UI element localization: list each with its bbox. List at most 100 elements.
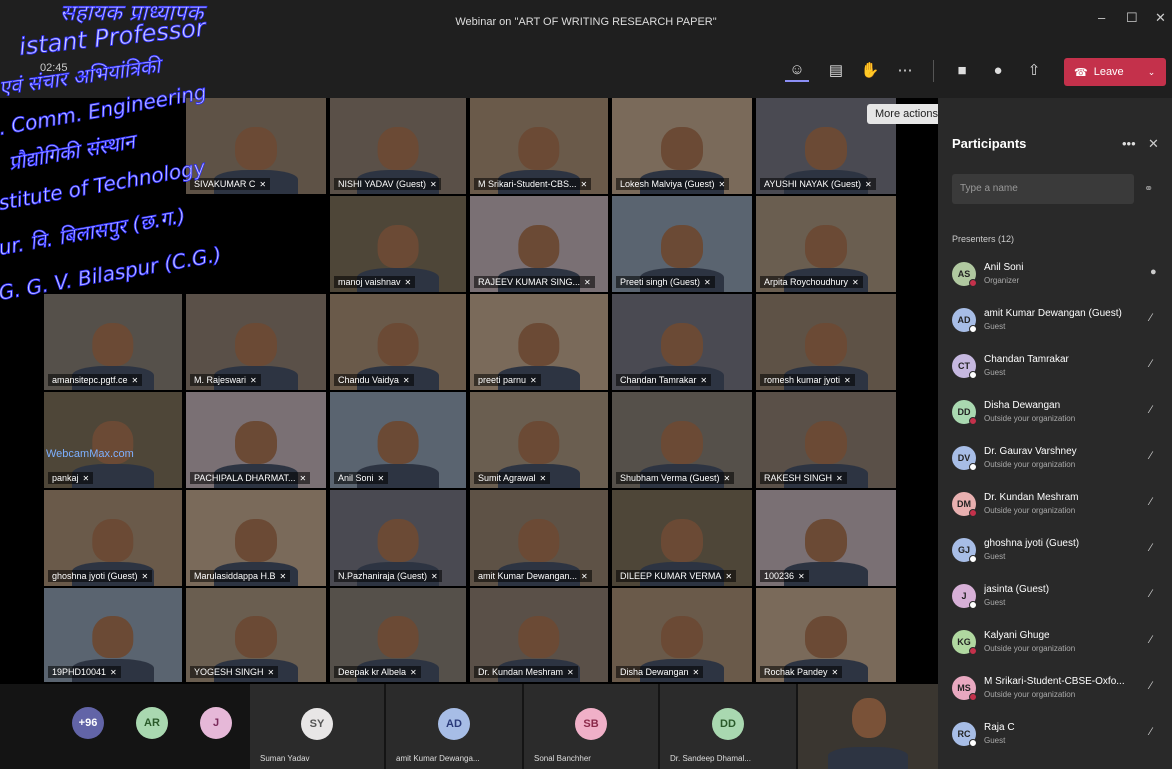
video-tile[interactable]: Chandu Vaidya ✕ bbox=[330, 294, 466, 390]
participant-name: Marulasiddappa H.B bbox=[194, 571, 276, 581]
video-tile[interactable]: ghoshna jyoti (Guest) ✕ bbox=[44, 490, 182, 586]
video-tile[interactable]: 100236 ✕ bbox=[756, 490, 896, 586]
presenters-section-header[interactable]: Presenters (12) bbox=[952, 234, 1014, 244]
share-screen-icon[interactable]: ⇧ bbox=[1022, 58, 1046, 82]
video-tile[interactable]: preeti parnu ✕ bbox=[470, 294, 608, 390]
avatar[interactable]: J bbox=[200, 707, 232, 739]
video-tile[interactable]: PACHIPALA DHARMAT... ✕ bbox=[186, 392, 326, 488]
participant-name-label: AYUSHI NAYAK (Guest) ✕ bbox=[760, 178, 876, 190]
minimize-button[interactable]: – bbox=[1098, 10, 1105, 25]
participant-list-item[interactable]: DM Dr. Kundan Meshram Outside your organiz… bbox=[950, 486, 1166, 530]
mic-muted-icon[interactable]: ∕ bbox=[1150, 680, 1152, 692]
participants-icon[interactable]: ☺ bbox=[785, 58, 809, 82]
participant-list-item[interactable]: GJ ghoshna jyoti (Guest) Guest ∕ bbox=[950, 532, 1166, 576]
video-tile[interactable]: RAJEEV KUMAR SING... ✕ bbox=[470, 196, 608, 292]
mic-muted-icon[interactable]: ∕ bbox=[1150, 450, 1152, 462]
video-tile[interactable]: YOGESH SINGH ✕ bbox=[186, 588, 326, 682]
video-tile[interactable]: Lokesh Malviya (Guest) ✕ bbox=[612, 98, 752, 194]
mic-muted-icon[interactable]: ∕ bbox=[1150, 588, 1152, 600]
video-tile[interactable]: M Srikari-Student-CBS... ✕ bbox=[470, 98, 608, 194]
participant-face bbox=[805, 616, 847, 659]
chat-icon[interactable]: ▤ bbox=[824, 58, 848, 82]
participant-list-item[interactable]: DD Disha Dewangan Outside your organizatio… bbox=[950, 394, 1166, 438]
video-tile[interactable]: Sumit Agrawal ✕ bbox=[470, 392, 608, 488]
participant-list-item[interactable]: DV Dr. Gaurav Varshney Outside your organi… bbox=[950, 440, 1166, 484]
video-tile[interactable]: Preeti singh (Guest) ✕ bbox=[612, 196, 752, 292]
participant-name-label: Shubham Verma (Guest) ✕ bbox=[616, 472, 735, 484]
video-tile[interactable]: N.Pazhaniraja (Guest) ✕ bbox=[330, 490, 466, 586]
audio-tile[interactable]: AD amit Kumar Dewanga... bbox=[386, 684, 522, 769]
video-tile[interactable]: Rochak Pandey ✕ bbox=[756, 588, 896, 682]
video-tile[interactable]: pankaj ✕ bbox=[44, 392, 182, 488]
close-window-button[interactable]: ✕ bbox=[1155, 10, 1166, 26]
participant-list-item[interactable]: KG Kalyani Ghuge Outside your organization… bbox=[950, 624, 1166, 668]
share-icon[interactable]: ⚭ bbox=[1144, 182, 1153, 195]
audio-tile[interactable]: SB Sonal Banchher bbox=[524, 684, 658, 769]
audio-tile[interactable]: SY Suman Yadav bbox=[250, 684, 384, 769]
video-tile[interactable]: Anil Soni ✕ bbox=[330, 392, 466, 488]
more-actions-button[interactable]: ⋯ bbox=[893, 58, 917, 82]
mic-muted-icon[interactable]: ∕ bbox=[1150, 404, 1152, 416]
mic-muted-icon: ✕ bbox=[410, 668, 417, 677]
video-tile[interactable]: Dr. Kundan Meshram ✕ bbox=[470, 588, 608, 682]
participant-list-item[interactable]: AD amit Kumar Dewangan (Guest) Guest ∕ bbox=[950, 302, 1166, 346]
participant-name-label: Dr. Kundan Meshram ✕ bbox=[474, 666, 578, 678]
participant-list-item[interactable]: AS Anil Soni Organizer ● bbox=[950, 256, 1166, 300]
video-tile[interactable]: Marulasiddappa H.B ✕ bbox=[186, 490, 326, 586]
mic-muted-icon: ✕ bbox=[723, 474, 731, 483]
video-tile[interactable]: Chandan Tamrakar ✕ bbox=[612, 294, 752, 390]
video-tile[interactable]: 19PHD10041 ✕ bbox=[44, 588, 182, 682]
mic-muted-icon[interactable]: ∕ bbox=[1150, 496, 1152, 508]
participant-name-label: manoj vaishnav ✕ bbox=[334, 276, 416, 288]
participant-search-input[interactable]: Type a name bbox=[952, 174, 1134, 204]
participant-list-item[interactable]: MS M Srikari-Student-CBSE-Oxfo... Outside … bbox=[950, 670, 1166, 714]
maximize-button[interactable]: ☐ bbox=[1126, 10, 1138, 26]
presence-status-icon bbox=[969, 601, 977, 609]
panel-more-button[interactable]: ••• bbox=[1122, 136, 1136, 151]
participant-list-item[interactable]: CT Chandan Tamrakar Guest ∕ bbox=[950, 348, 1166, 392]
video-tile[interactable]: DILEEP KUMAR VERMA ✕ bbox=[612, 490, 752, 586]
microphone-icon[interactable]: ● bbox=[986, 58, 1010, 82]
video-tile[interactable]: Shubham Verma (Guest) ✕ bbox=[612, 392, 752, 488]
audio-tile[interactable]: DD Dr. Sandeep Dhamal... bbox=[660, 684, 796, 769]
avatar[interactable]: AR bbox=[136, 707, 168, 739]
camera-icon[interactable]: ■ bbox=[950, 58, 974, 82]
raise-hand-icon[interactable]: ✋ bbox=[858, 58, 882, 82]
participant-name: ghoshna jyoti (Guest) bbox=[984, 538, 1080, 549]
participant-name: Deepak kr Albela bbox=[338, 667, 407, 677]
mic-muted-icon[interactable]: ∕ bbox=[1150, 634, 1152, 646]
participant-list-item[interactable]: RC Raja C Guest ∕ bbox=[950, 716, 1166, 760]
participant-name: AYUSHI NAYAK (Guest) bbox=[764, 179, 862, 189]
mic-muted-icon: ✕ bbox=[299, 474, 307, 483]
participant-name: 100236 bbox=[764, 571, 795, 581]
video-tile[interactable]: manoj vaishnav ✕ bbox=[330, 196, 466, 292]
mic-muted-icon[interactable]: ∕ bbox=[1150, 358, 1152, 370]
microphone-icon[interactable]: ● bbox=[1150, 266, 1157, 278]
overflow-count-avatar[interactable]: +96 bbox=[72, 707, 104, 739]
participant-name: Arpita Roychoudhury bbox=[764, 277, 849, 287]
video-tile[interactable]: Deepak kr Albela ✕ bbox=[330, 588, 466, 682]
video-tile[interactable]: amansitepc.pgtf.ce ✕ bbox=[44, 294, 182, 390]
mic-muted-icon: ✕ bbox=[110, 668, 117, 677]
participant-face bbox=[377, 224, 419, 268]
mic-muted-icon[interactable]: ∕ bbox=[1150, 542, 1152, 554]
video-tile[interactable]: NISHI YADAV (Guest) ✕ bbox=[330, 98, 466, 194]
mic-muted-icon[interactable]: ∕ bbox=[1150, 312, 1152, 324]
participant-name: Suman Yadav bbox=[260, 754, 310, 763]
video-tile[interactable]: Disha Dewangan ✕ bbox=[612, 588, 752, 682]
participants-panel: Participants ••• ✕ Type a name ⚭ Present… bbox=[938, 98, 1172, 769]
participant-name: YOGESH SINGH bbox=[194, 667, 264, 677]
video-tile[interactable]: SIVAKUMAR C ✕ bbox=[186, 98, 326, 194]
video-tile[interactable]: amit Kumar Dewangan... ✕ bbox=[470, 490, 608, 586]
video-tile[interactable]: RAKESH SINGH ✕ bbox=[756, 392, 896, 488]
mic-muted-icon[interactable]: ∕ bbox=[1150, 726, 1152, 738]
leave-button[interactable]: ☎ Leave ⌄ bbox=[1064, 58, 1166, 86]
mic-muted-icon: ✕ bbox=[82, 474, 90, 483]
panel-close-button[interactable]: ✕ bbox=[1148, 136, 1159, 152]
video-tile[interactable]: Arpita Roychoudhury ✕ bbox=[756, 196, 896, 292]
participant-list-item[interactable]: Jjasinta (Guest) Guest ∕ bbox=[950, 578, 1166, 622]
chevron-down-icon[interactable]: ⌄ bbox=[1148, 67, 1156, 78]
video-tile[interactable]: romesh kumar jyoti ✕ bbox=[756, 294, 896, 390]
video-tile[interactable]: M. Rajeswari ✕ bbox=[186, 294, 326, 390]
participant-face bbox=[661, 616, 703, 659]
